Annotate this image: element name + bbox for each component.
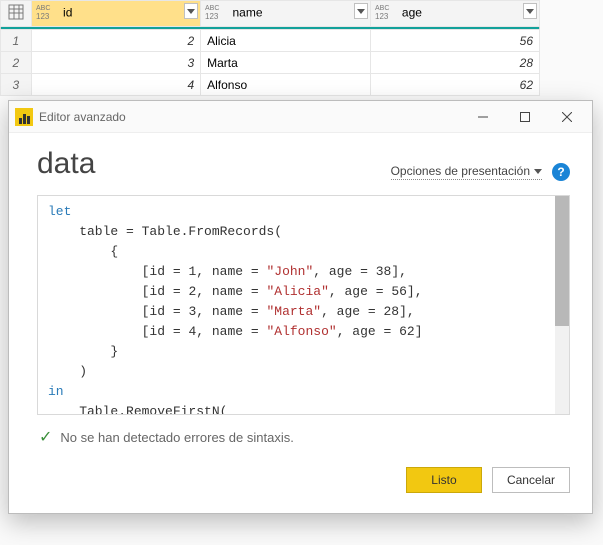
filter-dropdown-icon[interactable]: [354, 3, 368, 19]
table-row[interactable]: 1 2 Alicia 56: [1, 30, 540, 52]
query-name: data: [37, 147, 95, 181]
col-label: id: [63, 6, 72, 20]
data-table: ABC123 id ABC123 name ABC123 age 1 2 Ali…: [0, 0, 540, 96]
svg-text:ABC: ABC: [36, 5, 50, 12]
col-label: age: [402, 6, 422, 20]
col-header-name[interactable]: ABC123 name: [201, 1, 370, 27]
cancel-button[interactable]: Cancelar: [492, 467, 570, 493]
row-number: 3: [1, 74, 32, 96]
minimize-button[interactable]: [462, 103, 504, 131]
check-icon: ✓: [39, 427, 52, 447]
table-row[interactable]: 3 4 Alfonso 62: [1, 74, 540, 96]
filter-dropdown-icon[interactable]: [184, 3, 198, 19]
powerbi-icon: [15, 108, 33, 126]
cell-id[interactable]: 4: [31, 74, 200, 96]
status-text: No se han detectado errores de sintaxis.: [60, 430, 293, 445]
table-corner[interactable]: [1, 1, 32, 27]
cell-name[interactable]: Marta: [201, 52, 370, 74]
row-number: 2: [1, 52, 32, 74]
close-button[interactable]: [546, 103, 588, 131]
code-text[interactable]: let table = Table.FromRecords( { [id = 1…: [38, 196, 569, 414]
done-button[interactable]: Listo: [406, 467, 482, 493]
maximize-button[interactable]: [504, 103, 546, 131]
titlebar[interactable]: Editor avanzado: [9, 101, 592, 133]
svg-text:123: 123: [36, 12, 50, 21]
svg-text:ABC: ABC: [375, 5, 389, 12]
svg-text:123: 123: [205, 12, 219, 21]
dialog-title: Editor avanzado: [39, 110, 126, 124]
table-icon: [8, 4, 24, 20]
cell-age[interactable]: 62: [370, 74, 539, 96]
svg-text:123: 123: [375, 12, 389, 21]
col-label: name: [232, 6, 262, 20]
cell-name[interactable]: Alfonso: [201, 74, 370, 96]
cell-age[interactable]: 28: [370, 52, 539, 74]
filter-dropdown-icon[interactable]: [523, 3, 537, 19]
any-type-icon: ABC123: [36, 3, 58, 24]
any-type-icon: ABC123: [205, 3, 227, 24]
presentation-options-dropdown[interactable]: Opciones de presentación: [391, 164, 542, 180]
help-icon[interactable]: ?: [552, 163, 570, 181]
advanced-editor-dialog: Editor avanzado data Opciones de present…: [8, 100, 593, 514]
cell-name[interactable]: Alicia: [201, 30, 370, 52]
svg-text:ABC: ABC: [205, 5, 219, 12]
cell-id[interactable]: 2: [31, 30, 200, 52]
row-number: 1: [1, 30, 32, 52]
col-header-id[interactable]: ABC123 id: [31, 1, 200, 27]
table-row[interactable]: 2 3 Marta 28: [1, 52, 540, 74]
cell-age[interactable]: 56: [370, 30, 539, 52]
code-editor[interactable]: let table = Table.FromRecords( { [id = 1…: [37, 195, 570, 415]
any-type-icon: ABC123: [375, 3, 397, 24]
syntax-status: ✓ No se han detectado errores de sintaxi…: [37, 415, 570, 467]
vertical-scrollbar[interactable]: [555, 196, 569, 414]
scrollbar-thumb[interactable]: [555, 196, 569, 326]
cell-id[interactable]: 3: [31, 52, 200, 74]
col-header-age[interactable]: ABC123 age: [370, 1, 539, 27]
